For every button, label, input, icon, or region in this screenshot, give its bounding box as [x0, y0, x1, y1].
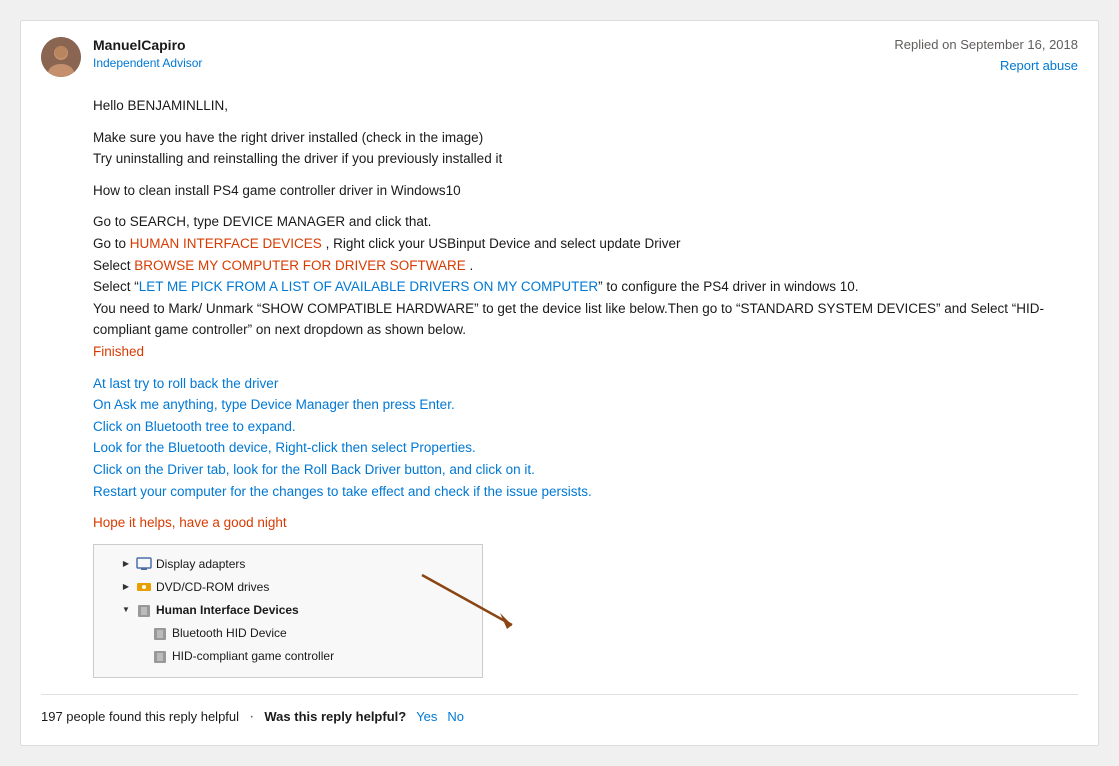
- device-manager-image: ▶ Display adapters ▶ DVD/CD-ROM drives ▼…: [93, 544, 483, 678]
- rb2: Click on Bluetooth tree to expand.: [93, 419, 296, 434]
- hid-icon: [136, 604, 152, 618]
- para1-line2: Try uninstalling and reinstalling the dr…: [93, 151, 502, 166]
- step5: You need to Mark/ Unmark “SHOW COMPATIBL…: [93, 301, 1044, 338]
- dm-label-bluetooth: Bluetooth HID Device: [172, 624, 287, 643]
- greeting: Hello BENJAMINLLIN,: [93, 95, 1078, 117]
- step2-pre: Go to: [93, 236, 130, 251]
- rb1: On Ask me anything, type Device Manager …: [93, 397, 455, 412]
- closing-text: Hope it helps, have a good night: [93, 515, 287, 530]
- step4-post: ” to configure the PS4 driver in windows…: [598, 279, 858, 294]
- step3-post: .: [466, 258, 474, 273]
- dm-row-bluetooth: Bluetooth HID Device: [104, 622, 472, 645]
- helpful-question: Was this reply helpful?: [264, 709, 406, 724]
- para1: Make sure you have the right driver inst…: [93, 127, 1078, 170]
- dvd-icon: [136, 580, 152, 594]
- user-info: ManuelCapiro Independent Advisor: [41, 37, 202, 77]
- report-abuse-link[interactable]: Report abuse: [1000, 58, 1078, 73]
- dm-label-dvd: DVD/CD-ROM drives: [156, 578, 269, 597]
- dm-row-hid: ▼ Human Interface Devices: [104, 599, 472, 622]
- dm-label-hid: Human Interface Devices: [156, 601, 299, 620]
- display-adapter-icon: [136, 557, 152, 571]
- rb5: Restart your computer for the changes to…: [93, 484, 592, 499]
- dm-row-dvd: ▶ DVD/CD-ROM drives: [104, 576, 472, 599]
- user-name: ManuelCapiro: [93, 37, 202, 53]
- para-rollback: At last try to roll back the driver: [93, 376, 278, 391]
- reply-card: ManuelCapiro Independent Advisor Replied…: [20, 20, 1099, 746]
- para2-text: How to clean install PS4 game controller…: [93, 183, 461, 198]
- reply-meta: Replied on September 16, 2018 Report abu…: [894, 37, 1078, 73]
- reply-body: Hello BENJAMINLLIN, Make sure you have t…: [41, 95, 1078, 678]
- dm-expand-hid: ▼: [120, 605, 132, 617]
- avatar: [41, 37, 81, 77]
- helpful-bar: 197 people found this reply helpful · Wa…: [41, 694, 1078, 725]
- dm-expand-display: ▶: [120, 558, 132, 570]
- dm-expand-dvd: ▶: [120, 581, 132, 593]
- step3-pre: Select: [93, 258, 134, 273]
- para1-line1: Make sure you have the right driver inst…: [93, 130, 483, 145]
- hid-game-icon: [152, 650, 168, 664]
- dm-row-hid-game: HID-compliant game controller: [104, 645, 472, 668]
- step4-highlight: LET ME PICK FROM A LIST OF AVAILABLE DRI…: [139, 279, 598, 294]
- step2-post: , Right click your USBinput Device and s…: [322, 236, 681, 251]
- helpful-yes-button[interactable]: Yes: [416, 709, 437, 724]
- finished: Finished: [93, 344, 144, 359]
- step1: Go to SEARCH, type DEVICE MANAGER and cl…: [93, 214, 431, 229]
- dm-label-hid-game: HID-compliant game controller: [172, 647, 334, 666]
- rb3: Look for the Bluetooth device, Right-cli…: [93, 440, 476, 455]
- steps: Go to SEARCH, type DEVICE MANAGER and cl…: [93, 211, 1078, 362]
- user-role: Independent Advisor: [93, 56, 202, 70]
- closing: Hope it helps, have a good night: [93, 512, 1078, 534]
- page-wrapper: ManuelCapiro Independent Advisor Replied…: [0, 10, 1119, 756]
- helpful-dot: ·: [249, 709, 254, 725]
- reply-date: Replied on September 16, 2018: [894, 37, 1078, 52]
- helpful-count: 197 people found this reply helpful: [41, 709, 239, 724]
- rollback-section: At last try to roll back the driver On A…: [93, 373, 1078, 503]
- step4-pre: Select “: [93, 279, 139, 294]
- dm-row-display: ▶ Display adapters: [104, 553, 472, 576]
- step3-highlight: BROWSE MY COMPUTER FOR DRIVER SOFTWARE: [134, 258, 466, 273]
- rb4: Click on the Driver tab, look for the Ro…: [93, 462, 535, 477]
- user-details: ManuelCapiro Independent Advisor: [93, 37, 202, 70]
- helpful-no-button[interactable]: No: [447, 709, 464, 724]
- reply-header: ManuelCapiro Independent Advisor Replied…: [41, 37, 1078, 77]
- para2: How to clean install PS4 game controller…: [93, 180, 1078, 202]
- step2-highlight: HUMAN INTERFACE DEVICES: [130, 236, 322, 251]
- dm-label-display: Display adapters: [156, 555, 245, 574]
- bluetooth-hid-icon: [152, 627, 168, 641]
